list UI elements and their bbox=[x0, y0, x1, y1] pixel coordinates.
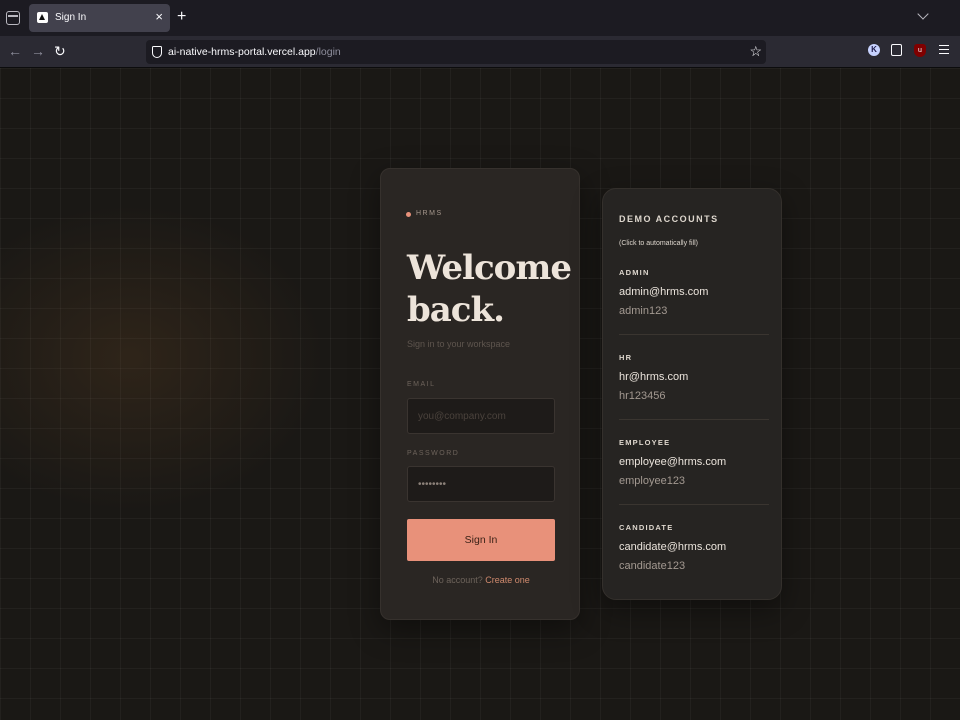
browser-tab-bar: Sign In × + bbox=[0, 0, 960, 36]
menu-icon[interactable] bbox=[939, 45, 949, 54]
login-card: HRMS Welcome back. Sign in to your works… bbox=[380, 168, 580, 620]
url-host: ai-native-hrms-portal.vercel.app bbox=[168, 46, 316, 58]
divider bbox=[619, 419, 769, 420]
divider bbox=[619, 504, 769, 505]
brand-label: HRMS bbox=[416, 210, 443, 217]
demo-accounts-title: DEMO ACCOUNTS bbox=[619, 214, 719, 224]
address-bar[interactable]: ai-native-hrms-portal.vercel.app/login ☆ bbox=[146, 40, 766, 64]
chevron-down-icon[interactable] bbox=[917, 8, 929, 20]
account-role: HR bbox=[619, 353, 633, 362]
password-field[interactable] bbox=[407, 466, 555, 502]
forward-icon[interactable]: → bbox=[31, 43, 45, 59]
extension-k-icon[interactable]: K bbox=[868, 44, 880, 56]
sign-in-button[interactable]: Sign In bbox=[407, 519, 555, 561]
url-path: /login bbox=[315, 46, 341, 58]
tab-title: Sign In bbox=[55, 12, 87, 23]
demo-account-employee[interactable]: EMPLOYEE employee@hrms.com employee123 bbox=[619, 438, 769, 487]
account-password: hr123456 bbox=[619, 390, 666, 402]
page-subtitle: Sign in to your workspace bbox=[407, 339, 511, 349]
create-account-link[interactable]: Create one bbox=[485, 575, 530, 585]
close-tab-icon[interactable]: × bbox=[155, 10, 163, 24]
account-role: CANDIDATE bbox=[619, 523, 674, 532]
account-email: hr@hrms.com bbox=[619, 371, 689, 383]
demo-accounts-hint: (Click to automatically fill) bbox=[619, 240, 698, 247]
favicon-icon bbox=[37, 12, 48, 23]
puzzle-icon[interactable] bbox=[891, 44, 902, 56]
email-label: EMAIL bbox=[407, 381, 436, 388]
demo-account-admin[interactable]: ADMIN admin@hrms.com admin123 bbox=[619, 268, 769, 317]
demo-account-candidate[interactable]: CANDIDATE candidate@hrms.com candidate12… bbox=[619, 523, 769, 572]
new-tab-button[interactable]: + bbox=[177, 8, 186, 26]
account-email: admin@hrms.com bbox=[619, 286, 709, 298]
demo-accounts-card: DEMO ACCOUNTS (Click to automatically fi… bbox=[602, 188, 782, 600]
ublock-icon[interactable]: u bbox=[914, 44, 926, 57]
account-email: employee@hrms.com bbox=[619, 456, 727, 468]
brand-dot-icon bbox=[406, 212, 411, 217]
back-icon[interactable]: ← bbox=[8, 43, 22, 59]
reload-icon[interactable]: ↻ bbox=[54, 43, 66, 59]
page-background: HRMS Welcome back. Sign in to your works… bbox=[0, 68, 960, 720]
browser-nav-bar: ← → ↻ ai-native-hrms-portal.vercel.app/l… bbox=[0, 36, 960, 68]
account-password: admin123 bbox=[619, 305, 668, 317]
password-label: PASSWORD bbox=[407, 450, 460, 457]
account-role: ADMIN bbox=[619, 268, 650, 277]
demo-account-hr[interactable]: HR hr@hrms.com hr123456 bbox=[619, 353, 769, 402]
star-icon[interactable]: ☆ bbox=[749, 43, 762, 59]
account-email: candidate@hrms.com bbox=[619, 541, 727, 553]
url-text[interactable]: ai-native-hrms-portal.vercel.app/login bbox=[168, 46, 341, 58]
account-password: employee123 bbox=[619, 475, 686, 487]
tab-list-icon[interactable] bbox=[6, 11, 20, 25]
account-password: candidate123 bbox=[619, 560, 686, 572]
email-field[interactable] bbox=[407, 398, 555, 434]
divider bbox=[619, 334, 769, 335]
browser-tab[interactable]: Sign In × bbox=[29, 4, 170, 32]
signup-prompt: No account? Create one bbox=[381, 575, 581, 585]
signup-prompt-text: No account? bbox=[432, 575, 483, 585]
account-role: EMPLOYEE bbox=[619, 438, 671, 447]
shield-icon[interactable] bbox=[152, 46, 162, 58]
page-title: Welcome back. bbox=[407, 248, 572, 330]
